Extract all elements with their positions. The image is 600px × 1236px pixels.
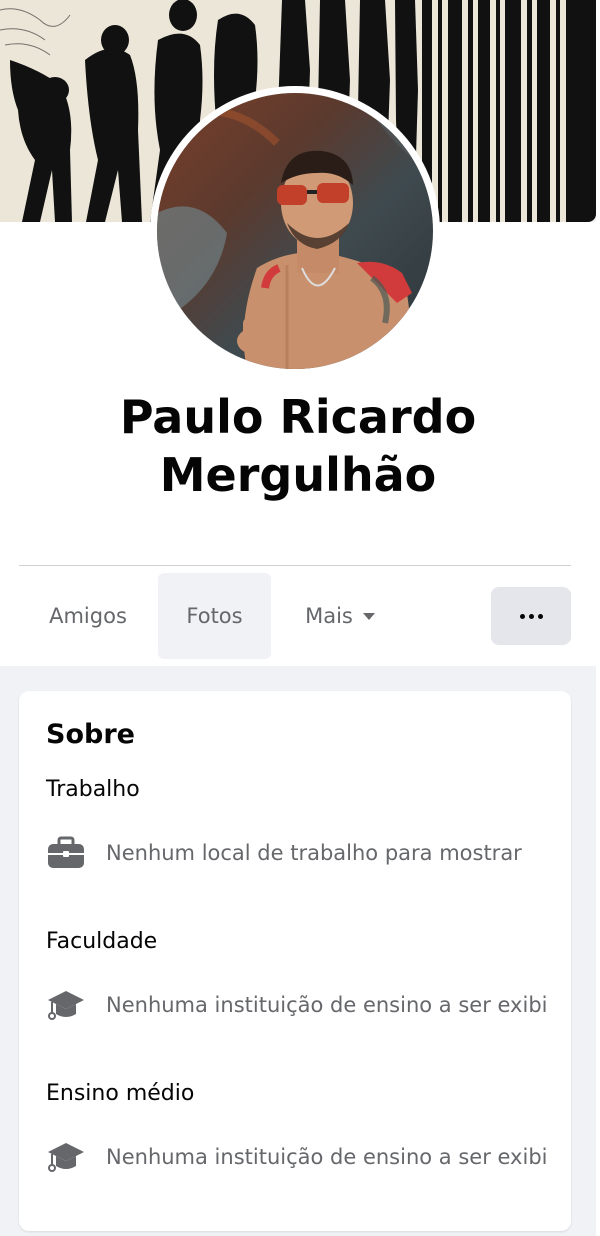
tab-label: Fotos [186, 604, 243, 628]
profile-name-line2: Mergulhão [159, 448, 437, 502]
briefcase-icon [46, 836, 86, 870]
work-info-row: Nenhum local de trabalho para mostrar [46, 833, 571, 873]
caret-down-icon [362, 612, 375, 620]
page-edge [596, 0, 600, 1236]
profile-name-line1: Paulo Ricardo [119, 390, 477, 444]
high-school-info-text: Nenhuma instituição de ensino a ser exib… [106, 1145, 548, 1169]
tab-label: Mais [305, 604, 353, 628]
work-info-text: Nenhum local de trabalho para mostrar [106, 841, 522, 865]
graduation-cap-icon [46, 988, 86, 1022]
graduation-cap-icon [46, 1140, 86, 1174]
high-school-info-row: Nenhuma instituição de ensino a ser exib… [46, 1137, 571, 1177]
about-title: Sobre [46, 719, 135, 750]
more-dots-icon [519, 613, 543, 619]
college-info-row: Nenhuma instituição de ensino a ser exib… [46, 985, 571, 1025]
tab-mais[interactable]: Mais [284, 573, 396, 659]
tab-fotos[interactable]: Fotos [158, 573, 271, 659]
section-title-work: Trabalho [46, 777, 140, 802]
about-card: Sobre Trabalho Nenhum local de trabalho … [19, 691, 571, 1231]
college-info-text: Nenhuma instituição de ensino a ser exib… [106, 993, 548, 1017]
section-title-high-school: Ensino médio [46, 1081, 195, 1106]
profile-tabs: Amigos Fotos Mais [19, 573, 571, 659]
avatar[interactable] [157, 93, 433, 369]
tab-label: Amigos [49, 604, 127, 628]
profile-name: Paulo Ricardo Mergulhão [0, 388, 596, 504]
more-options-button[interactable] [491, 587, 571, 645]
divider [19, 565, 571, 566]
section-title-college: Faculdade [46, 929, 158, 954]
tab-amigos[interactable]: Amigos [19, 573, 157, 659]
